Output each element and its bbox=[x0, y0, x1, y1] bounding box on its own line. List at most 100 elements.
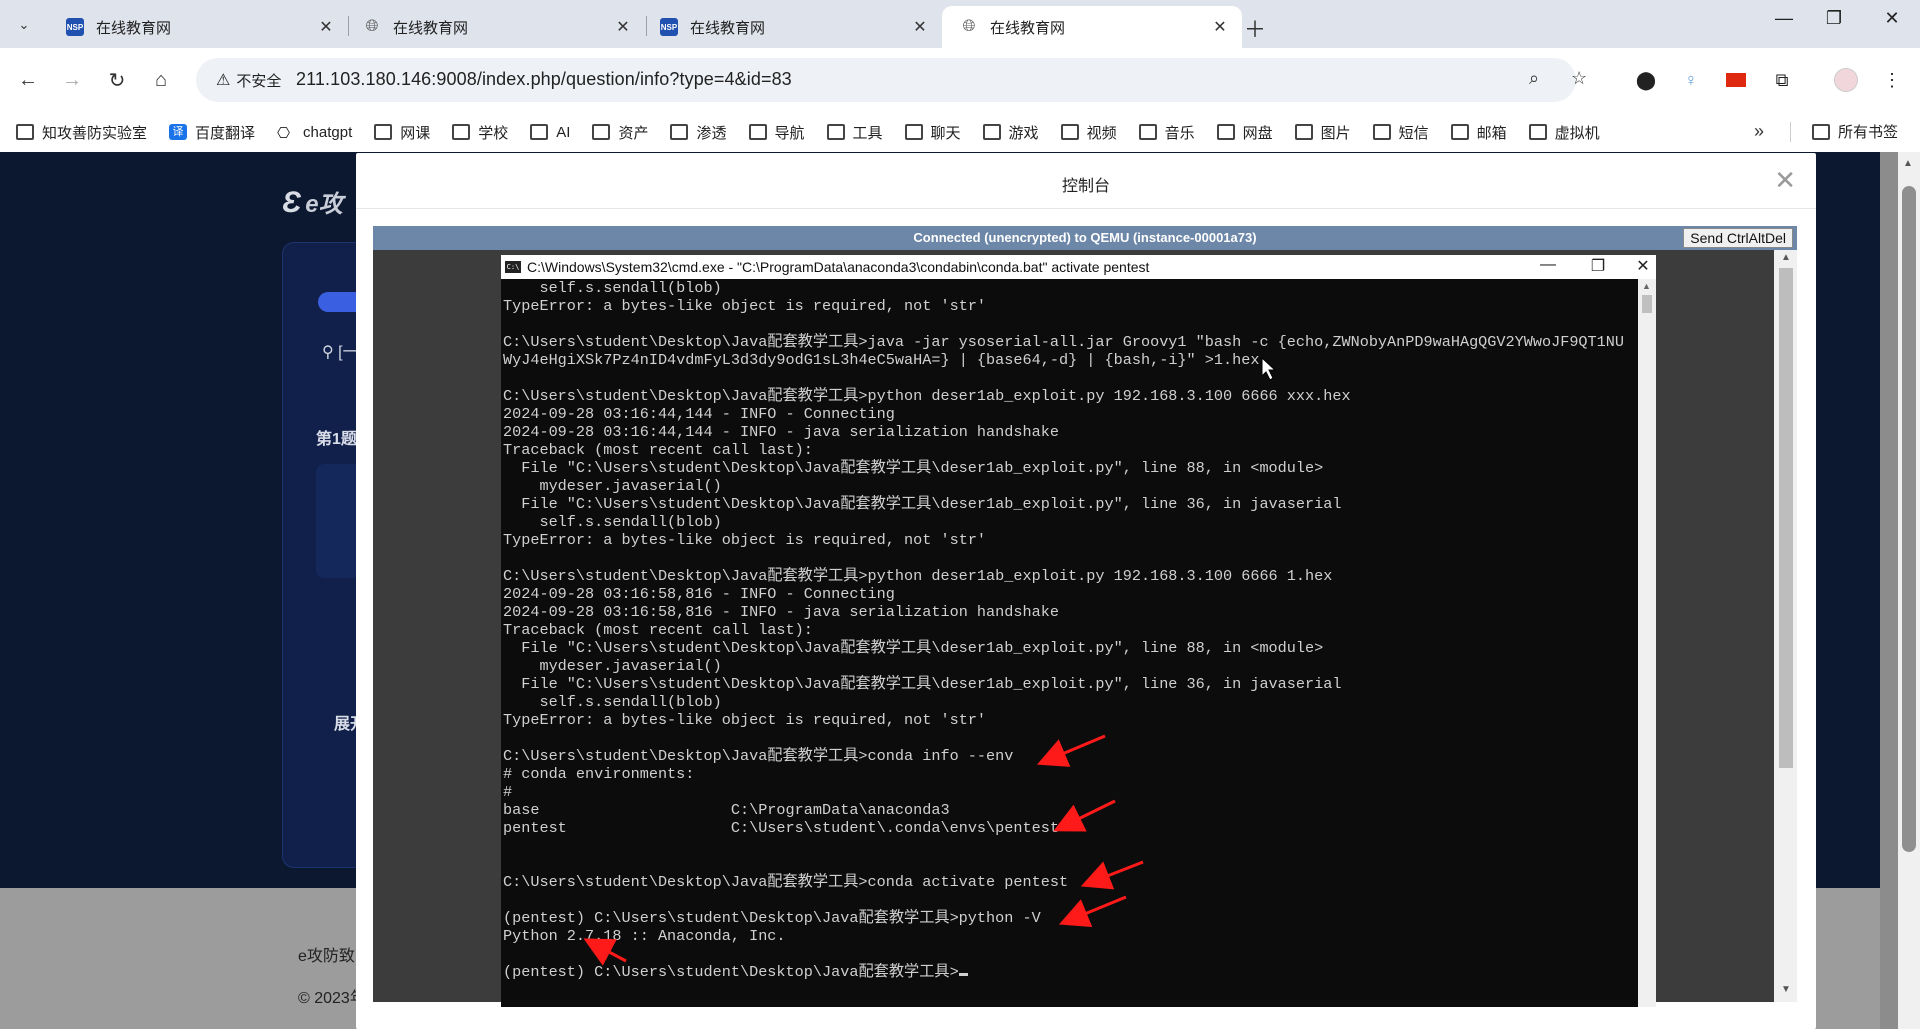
bookmark-folder[interactable]: 工具 bbox=[826, 122, 883, 143]
tab-4-active[interactable]: 🌐︎ 在线教育网 ✕ bbox=[942, 6, 1242, 48]
bookmark-label: 虚拟机 bbox=[1554, 124, 1600, 142]
extensions-puzzle-icon[interactable]: ⧉ bbox=[1768, 66, 1796, 94]
bookmark-folder[interactable]: 网盘 bbox=[1216, 122, 1273, 143]
terminal-line: 2024-09-28 03:16:44,144 - INFO - Connect… bbox=[503, 405, 895, 423]
send-ctrl-alt-del-button[interactable]: Send CtrlAltDel bbox=[1683, 228, 1793, 248]
scroll-up-icon[interactable]: ▲ bbox=[1781, 252, 1791, 263]
minimize-icon[interactable]: — bbox=[1533, 256, 1563, 274]
nsp-logo-icon: NSP bbox=[66, 18, 84, 36]
bookmark-label: 短信 bbox=[1398, 124, 1429, 142]
close-icon[interactable]: ✕ bbox=[910, 17, 930, 37]
bookmark-label: 百度翻译 bbox=[195, 124, 256, 142]
scroll-thumb[interactable] bbox=[1902, 186, 1916, 852]
tab-title: 在线教育网 bbox=[96, 19, 172, 37]
security-label: 不安全 bbox=[236, 72, 282, 90]
tab-title: 在线教育网 bbox=[990, 19, 1066, 37]
bookmark-folder[interactable]: 导航 bbox=[748, 122, 805, 143]
bookmark-folder[interactable]: 音乐 bbox=[1138, 122, 1195, 143]
bookmark-folder[interactable]: AI bbox=[530, 124, 570, 141]
folder-icon bbox=[1294, 124, 1313, 140]
restore-icon[interactable]: ❐ bbox=[1583, 256, 1613, 276]
bookmark-folder[interactable]: 聊天 bbox=[904, 122, 961, 143]
question-label: 第1题 bbox=[316, 431, 357, 448]
terminal-line: Traceback (most recent call last): bbox=[503, 621, 813, 639]
reload-icon[interactable]: ↻ bbox=[103, 66, 131, 94]
folder-icon bbox=[1528, 124, 1547, 140]
menu-icon[interactable]: ⋮ bbox=[1878, 66, 1906, 94]
bookmark-folder[interactable]: 资产 bbox=[592, 122, 648, 143]
bookmark-folder[interactable]: 图片 bbox=[1294, 122, 1351, 143]
close-icon[interactable]: ✕ bbox=[1774, 165, 1796, 196]
site-logo[interactable]: Ɛe攻 bbox=[282, 184, 343, 220]
bookmark-folder[interactable]: 学校 bbox=[452, 122, 508, 143]
terminal-line: TypeError: a bytes-like object is requir… bbox=[503, 531, 987, 549]
extension-flag-icon[interactable] bbox=[1722, 66, 1750, 94]
star-icon[interactable]: ☆ bbox=[1571, 68, 1587, 89]
modal-title: 控制台 bbox=[1061, 178, 1110, 195]
extension-circle-icon[interactable]: ⬤ bbox=[1632, 66, 1660, 94]
page-scrollbar[interactable]: ▲ bbox=[1898, 152, 1920, 1029]
terminal-scrollbar[interactable]: ▲ bbox=[1638, 279, 1656, 1007]
restore-icon[interactable]: ❐ bbox=[1814, 8, 1854, 29]
close-icon[interactable]: ✕ bbox=[1628, 256, 1658, 276]
bookmark-folder[interactable]: 视频 bbox=[1060, 122, 1117, 143]
extension-translate-icon[interactable]: ♀ bbox=[1677, 66, 1705, 94]
close-window-icon[interactable]: ✕ bbox=[1872, 8, 1912, 29]
bookmarks-divider bbox=[1790, 122, 1791, 142]
close-icon[interactable]: ✕ bbox=[613, 17, 633, 37]
tab-3[interactable]: NSP 在线教育网 ✕ bbox=[642, 6, 942, 48]
terminal-output[interactable]: self.s.sendall(blob) TypeError: a bytes-… bbox=[501, 279, 1638, 999]
scroll-up-icon[interactable]: ▲ bbox=[1903, 158, 1913, 169]
chatgpt-icon: ⎔ bbox=[277, 125, 291, 142]
modal-header: 控制台 ✕ bbox=[356, 153, 1816, 209]
terminal-line: # conda environments: bbox=[503, 765, 695, 783]
cmd-window[interactable]: C:\ C:\Windows\System32\cmd.exe - "C:\Pr… bbox=[501, 255, 1656, 1007]
browser-toolbar: ← → ↻ ⌂ ⚠ 不安全 211.103.180.146:9008/index… bbox=[0, 48, 1920, 112]
bookmark-item[interactable]: ⎔ chatgpt bbox=[277, 124, 352, 143]
home-icon[interactable]: ⌂ bbox=[147, 66, 175, 94]
bookmark-folder[interactable]: 短信 bbox=[1372, 122, 1429, 143]
url-text[interactable]: 211.103.180.146:9008/index.php/question/… bbox=[296, 69, 792, 90]
avatar[interactable] bbox=[1832, 66, 1860, 94]
bookmark-item[interactable]: 知攻善防实验室 bbox=[16, 122, 147, 143]
bookmark-folder[interactable]: 渗透 bbox=[670, 122, 727, 143]
tab-search-icon[interactable]: ⌄ bbox=[10, 11, 38, 39]
bookmark-folder[interactable]: 邮箱 bbox=[1450, 122, 1507, 143]
close-icon[interactable]: ✕ bbox=[1210, 17, 1230, 37]
terminal-line: self.s.sendall(blob) bbox=[503, 693, 722, 711]
scroll-up-icon[interactable]: ▲ bbox=[1642, 281, 1651, 291]
vnc-scrollbar[interactable]: ▲ ▼ bbox=[1774, 250, 1797, 1002]
security-chip[interactable]: ⚠ 不安全 bbox=[204, 64, 293, 96]
folder-icon bbox=[16, 124, 34, 140]
tab-2[interactable]: 🌐︎ 在线教育网 ✕ bbox=[345, 6, 645, 48]
close-icon[interactable]: ✕ bbox=[316, 17, 336, 37]
bookmark-label: 视频 bbox=[1086, 124, 1117, 142]
scroll-thumb[interactable] bbox=[1779, 268, 1793, 768]
terminal-line: C:\Users\student\Desktop\Java配套教学工具>pyth… bbox=[503, 567, 1333, 585]
bookmark-label: 知攻善防实验室 bbox=[42, 124, 148, 142]
globe-icon: 🌐︎ bbox=[365, 18, 379, 35]
back-icon[interactable]: ← bbox=[14, 66, 42, 94]
bookmarks-overflow-icon[interactable]: » bbox=[1754, 121, 1764, 142]
scroll-thumb[interactable] bbox=[1642, 295, 1652, 313]
address-bar[interactable]: ⚠ 不安全 211.103.180.146:9008/index.php/que… bbox=[196, 58, 1587, 102]
bookmark-item[interactable]: 译百度翻译 bbox=[169, 122, 255, 143]
bookmark-folder[interactable]: 虚拟机 bbox=[1528, 122, 1600, 143]
folder-icon bbox=[1060, 124, 1079, 140]
folder-icon bbox=[1372, 124, 1391, 140]
new-tab-icon[interactable]: ＋ bbox=[1244, 12, 1266, 44]
all-bookmarks[interactable]: 所有书签 bbox=[1812, 121, 1898, 142]
cmd-titlebar[interactable]: C:\ C:\Windows\System32\cmd.exe - "C:\Pr… bbox=[501, 255, 1656, 279]
forward-icon[interactable]: → bbox=[58, 66, 86, 94]
tab-1[interactable]: NSP 在线教育网 ✕ bbox=[48, 6, 348, 48]
bookmark-folder[interactable]: 游戏 bbox=[982, 122, 1039, 143]
scroll-down-icon[interactable]: ▼ bbox=[1781, 984, 1791, 995]
bookmark-label: 导航 bbox=[774, 124, 805, 142]
bookmark-folder[interactable]: 网课 bbox=[374, 122, 430, 143]
zoom-icon[interactable]: ⌕ bbox=[1529, 68, 1539, 89]
bookmark-label: 学校 bbox=[478, 124, 509, 142]
terminal-line: Traceback (most recent call last): bbox=[503, 441, 813, 459]
terminal-line: base C:\ProgramData\anaconda3 bbox=[503, 801, 950, 819]
minimize-icon[interactable]: — bbox=[1764, 8, 1804, 29]
vnc-screen[interactable]: C:\ C:\Windows\System32\cmd.exe - "C:\Pr… bbox=[373, 250, 1797, 1007]
